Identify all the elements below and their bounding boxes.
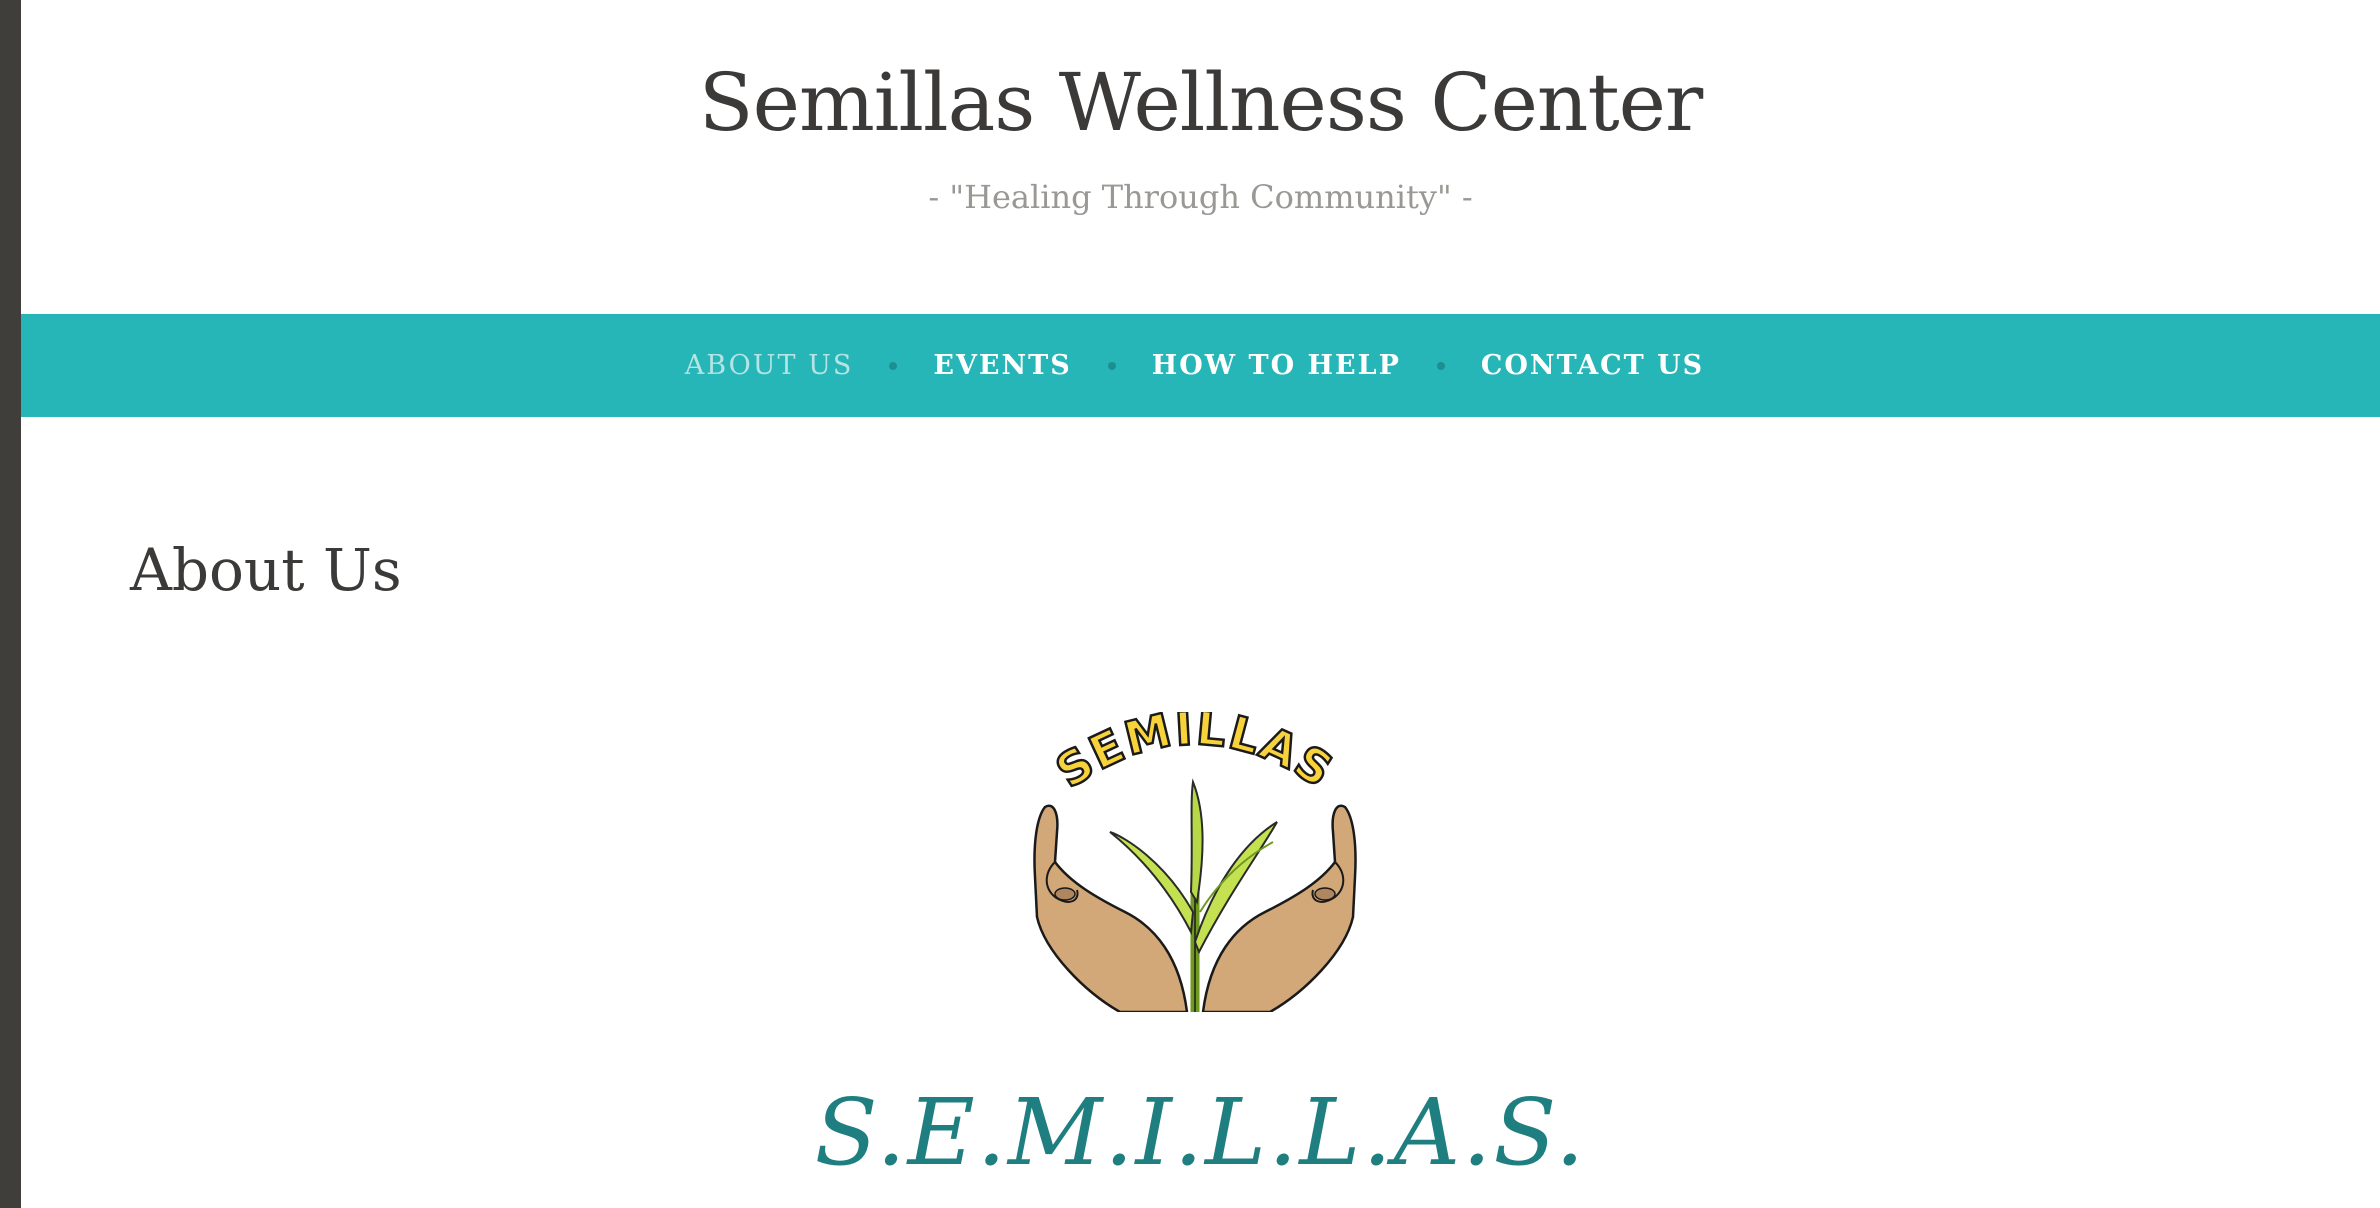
site-header: Semillas Wellness Center - "Healing Thro… [21, 0, 2380, 314]
nav-separator-dot [1436, 361, 1445, 370]
nav-item-contact-us[interactable]: CONTACT US [1481, 350, 1704, 381]
left-edge-bar [0, 0, 21, 1208]
nav-item-how-to-help[interactable]: HOW TO HELP [1152, 350, 1401, 381]
nav-separator-dot [889, 361, 898, 370]
nav-separator-dot [1107, 361, 1116, 370]
site-title[interactable]: Semillas Wellness Center [21, 48, 2380, 158]
nav-item-events[interactable]: EVENTS [933, 350, 1071, 381]
main-navigation: ABOUT US EVENTS HOW TO HELP CONTACT US [21, 314, 2380, 417]
site-tagline: - "Healing Through Community" - [928, 178, 1473, 216]
semillas-acronym-heading: S.E.M.I.L.L.A.S. [814, 1079, 1587, 1186]
semillas-logo: SEMILLAS [1033, 712, 1357, 1012]
nav-item-about-us[interactable]: ABOUT US [685, 350, 854, 381]
page-title: About Us [130, 536, 402, 604]
